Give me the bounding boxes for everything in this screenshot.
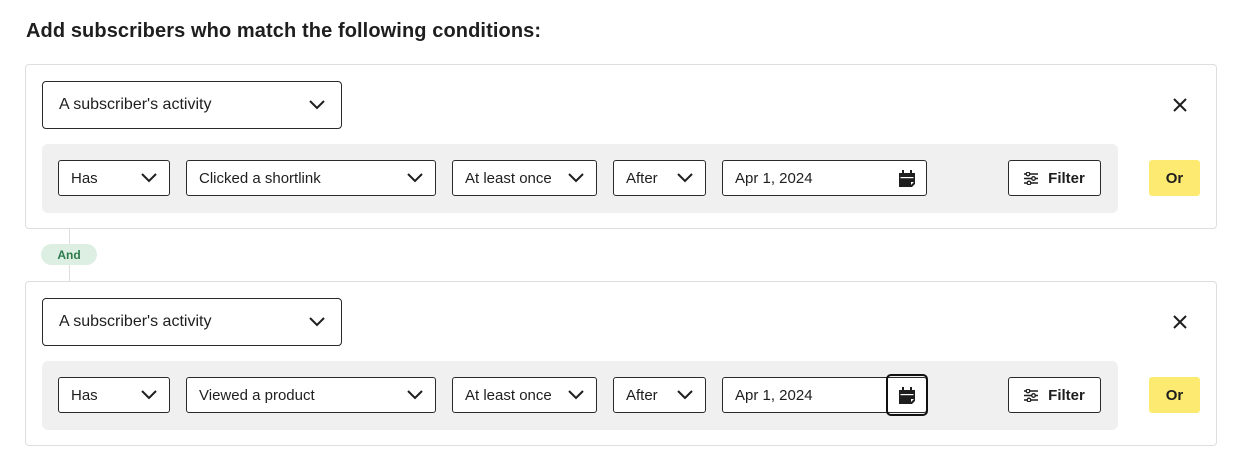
frequency-value: At least once <box>465 386 552 404</box>
chevron-down-icon <box>677 173 693 183</box>
date-value: Apr 1, 2024 <box>735 386 813 404</box>
chevron-down-icon <box>141 173 157 183</box>
frequency-select[interactable]: At least once <box>452 160 597 196</box>
time-operator-value: After <box>626 169 658 187</box>
chevron-down-icon <box>407 390 423 400</box>
chevron-down-icon <box>309 317 325 327</box>
calendar-icon <box>899 386 915 404</box>
filter-button[interactable]: Filter <box>1008 377 1101 413</box>
has-select[interactable]: Has <box>58 377 170 413</box>
sliders-icon <box>1024 171 1039 185</box>
date-value: Apr 1, 2024 <box>735 169 813 187</box>
calendar-button[interactable] <box>888 159 926 197</box>
remove-condition-button[interactable] <box>1170 95 1190 115</box>
frequency-value: At least once <box>465 169 552 187</box>
time-operator-select[interactable]: After <box>613 160 706 196</box>
remove-condition-button[interactable] <box>1170 312 1190 332</box>
has-select[interactable]: Has <box>58 160 170 196</box>
condition-type-value: A subscriber's activity <box>59 313 212 330</box>
or-button[interactable]: Or <box>1149 377 1200 413</box>
frequency-select[interactable]: At least once <box>452 377 597 413</box>
filter-label: Filter <box>1048 386 1085 404</box>
time-operator-select[interactable]: After <box>613 377 706 413</box>
condition-type-select[interactable]: A subscriber's activity <box>42 298 342 346</box>
event-value: Viewed a product <box>199 386 315 404</box>
event-select[interactable]: Viewed a product <box>186 377 436 413</box>
and-badge: And <box>41 244 97 265</box>
has-value: Has <box>71 169 98 187</box>
chevron-down-icon <box>568 390 584 400</box>
has-value: Has <box>71 386 98 404</box>
page-title: Add subscribers who match the following … <box>26 20 542 42</box>
or-button[interactable]: Or <box>1149 160 1200 196</box>
date-input[interactable]: Apr 1, 2024 <box>722 160 927 196</box>
filter-label: Filter <box>1048 169 1085 187</box>
event-value: Clicked a shortlink <box>199 169 321 187</box>
condition-rule-row: Has Clicked a shortlink At least once Af… <box>42 144 1118 213</box>
chevron-down-icon <box>309 100 325 110</box>
condition-type-value: A subscriber's activity <box>59 96 212 113</box>
filter-button[interactable]: Filter <box>1008 160 1101 196</box>
calendar-icon <box>899 169 915 187</box>
condition-rule-row: Has Viewed a product At least once After… <box>42 361 1118 430</box>
sliders-icon <box>1024 388 1039 402</box>
chevron-down-icon <box>568 173 584 183</box>
event-select[interactable]: Clicked a shortlink <box>186 160 436 196</box>
condition-card: A subscriber's activity Has Viewed a pro… <box>25 281 1217 446</box>
chevron-down-icon <box>407 173 423 183</box>
chevron-down-icon <box>141 390 157 400</box>
chevron-down-icon <box>677 390 693 400</box>
time-operator-value: After <box>626 386 658 404</box>
date-input[interactable]: Apr 1, 2024 <box>722 374 928 416</box>
close-icon <box>1173 98 1187 112</box>
calendar-button[interactable] <box>886 374 928 416</box>
close-icon <box>1173 315 1187 329</box>
condition-type-select[interactable]: A subscriber's activity <box>42 81 342 129</box>
condition-card: A subscriber's activity Has Clicked a sh… <box>25 64 1217 229</box>
